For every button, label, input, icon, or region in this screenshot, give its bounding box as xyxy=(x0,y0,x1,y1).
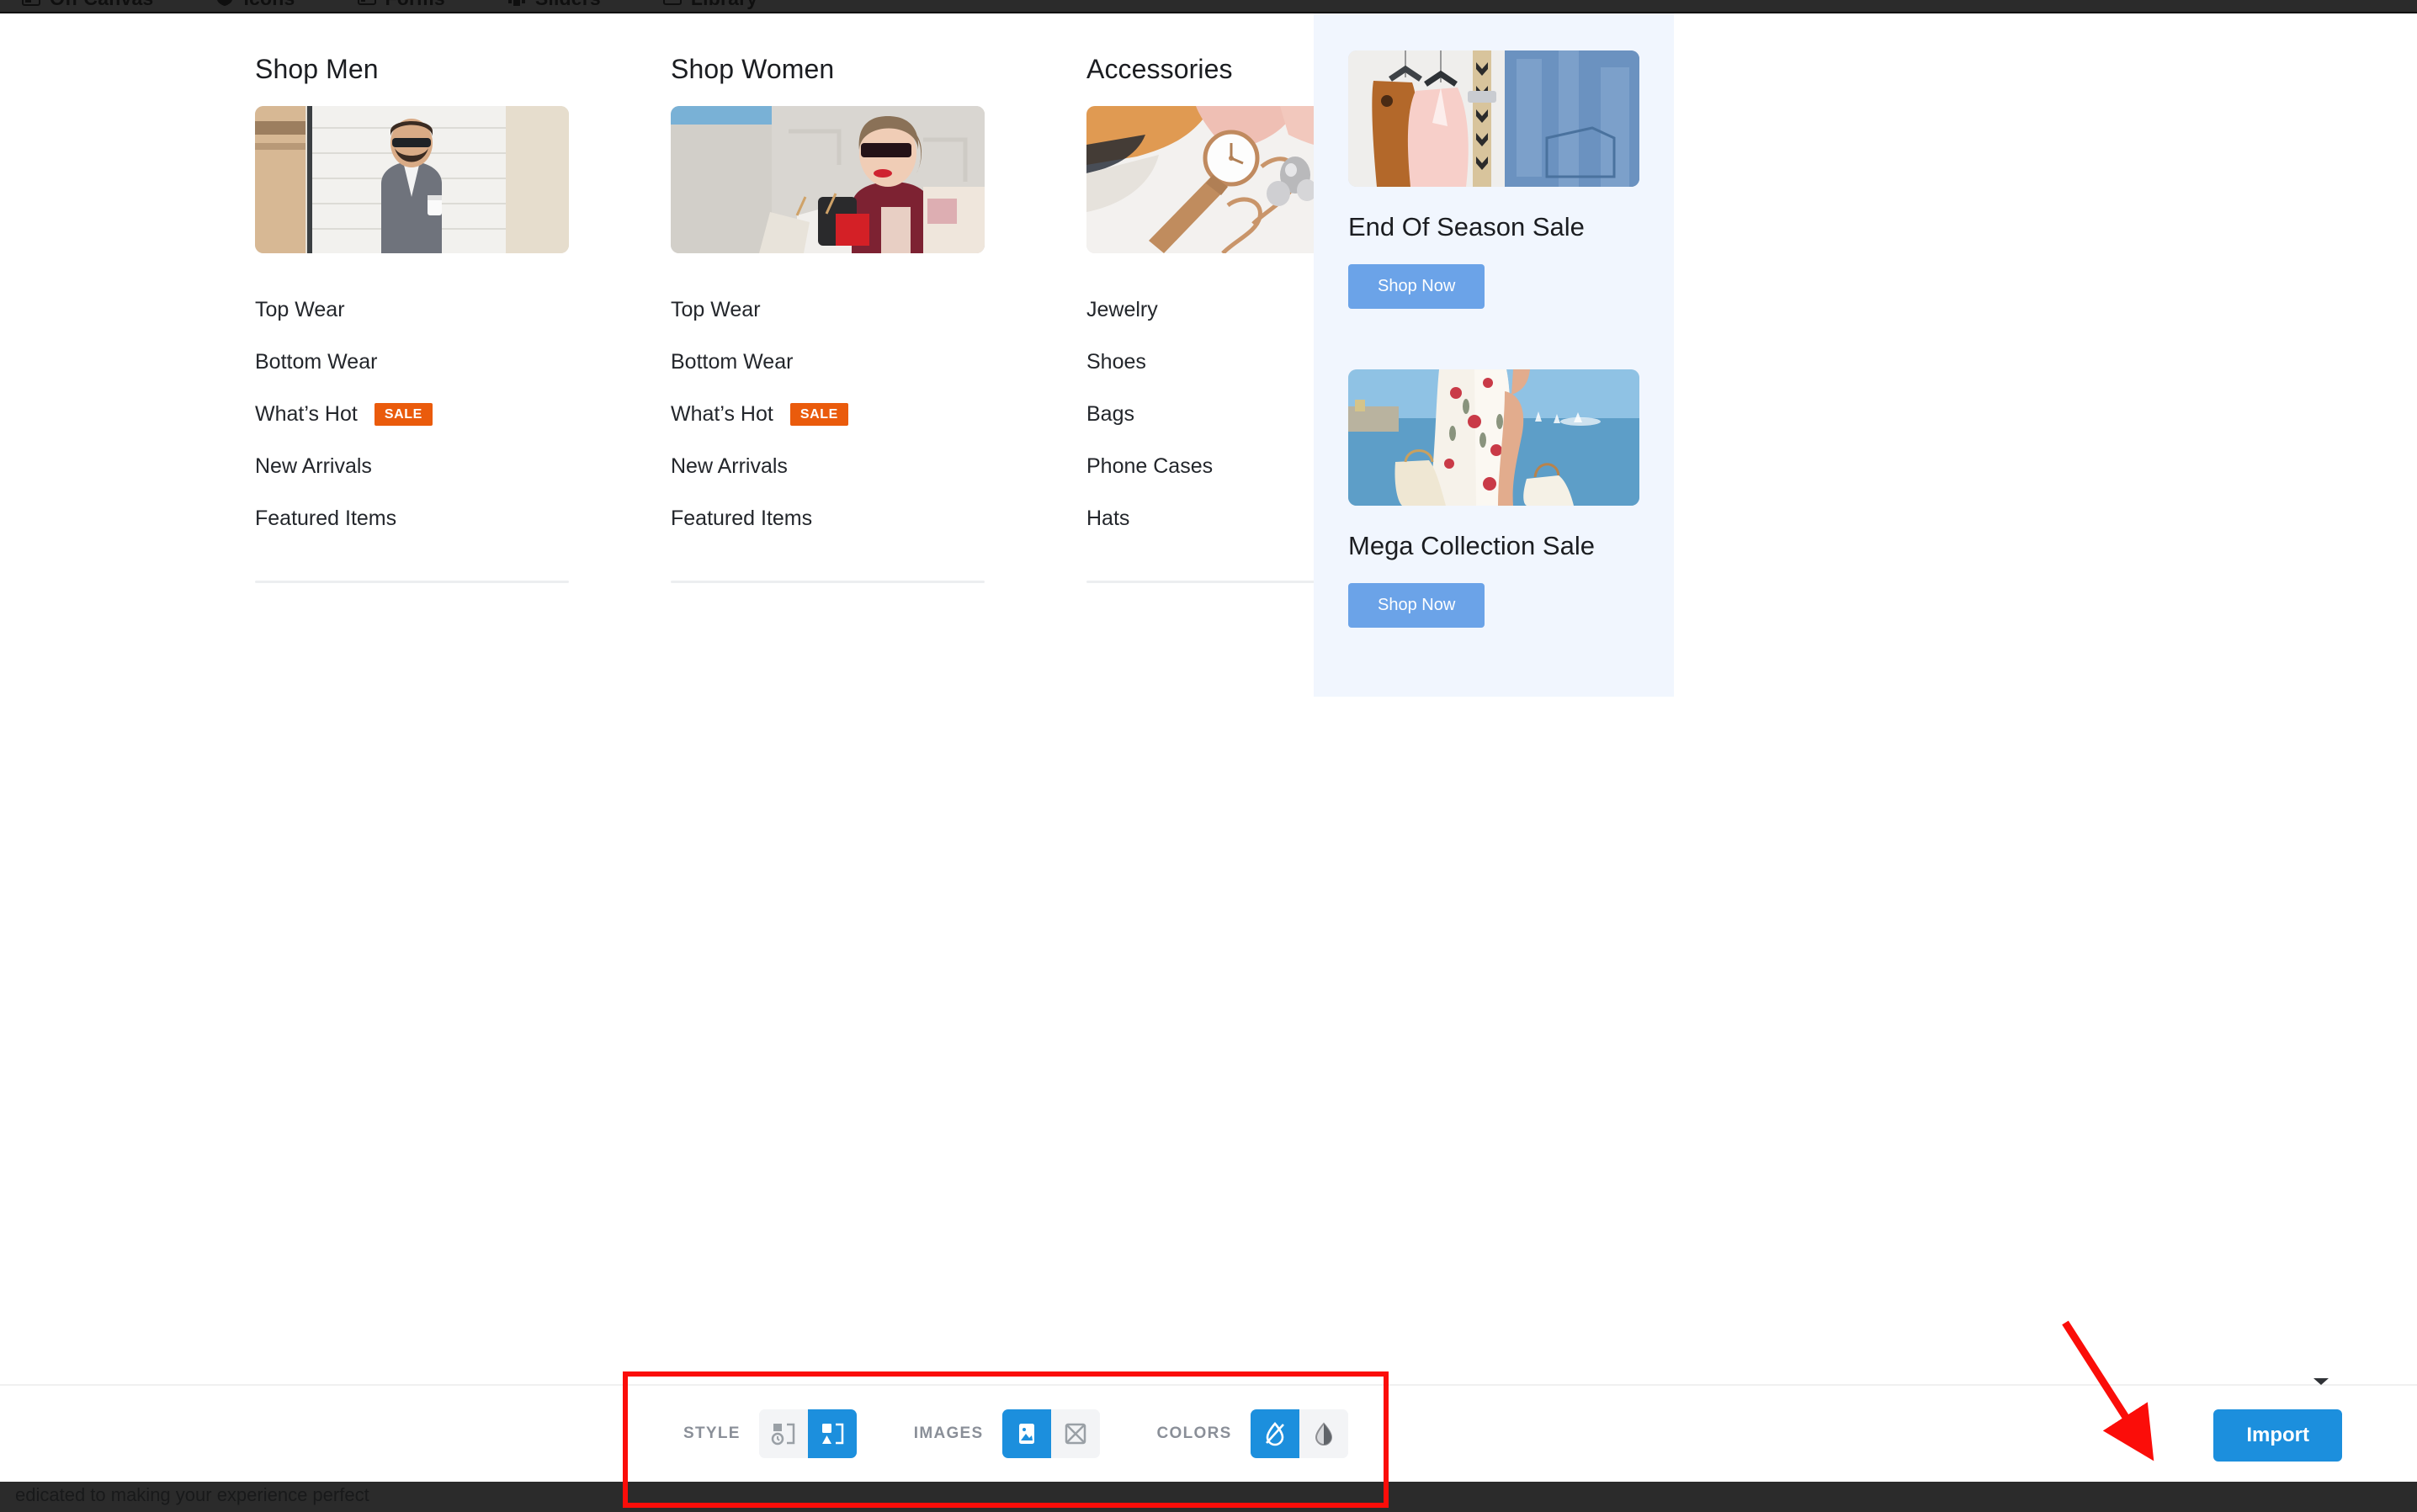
list-item[interactable]: Featured Items xyxy=(255,492,569,544)
promo-image-mega-collection[interactable] xyxy=(1348,369,1639,506)
layout-clock-icon xyxy=(771,1421,796,1446)
promo-title: End Of Season Sale xyxy=(1348,212,1585,241)
droplet-half-icon xyxy=(1311,1421,1336,1446)
link-label: New Arrivals xyxy=(255,454,372,478)
topbar-item-off-canvas[interactable]: Off Canvas xyxy=(22,0,153,10)
link-label: Bottom Wear xyxy=(671,349,794,374)
link-label: Top Wear xyxy=(255,297,345,321)
topbar-item-sliders[interactable]: Sliders xyxy=(507,0,601,10)
link-label: Top Wear xyxy=(671,297,761,321)
status-badge: SALE xyxy=(374,402,433,426)
shop-now-button[interactable]: Shop Now xyxy=(1348,264,1485,309)
list-item[interactable]: Top Wear xyxy=(255,284,569,336)
colors-segmented-control xyxy=(1250,1409,1348,1458)
link-label: Featured Items xyxy=(671,506,813,530)
toolbar-group-images: IMAGES xyxy=(914,1409,1100,1458)
category-thumbnail-shop-women[interactable] xyxy=(671,106,985,253)
link-list: Top Wear Bottom Wear What’s Hot SALE New… xyxy=(671,284,985,544)
list-item[interactable]: What’s Hot SALE xyxy=(255,388,569,440)
column-title: Shop Men xyxy=(255,54,379,84)
form-icon xyxy=(357,0,376,7)
column-title: Shop Women xyxy=(671,54,835,84)
topbar-label: Library xyxy=(691,0,757,10)
topbar-item-icons[interactable]: Icons xyxy=(215,0,295,10)
image-icon xyxy=(1014,1421,1039,1446)
app-window: Off Canvas Icons Forms Sliders Library xyxy=(0,0,2417,1512)
link-label: Bottom Wear xyxy=(255,349,378,374)
list-item[interactable]: Featured Items xyxy=(671,492,985,544)
layout-split-icon-button[interactable] xyxy=(807,1409,857,1458)
link-list: Top Wear Bottom Wear What’s Hot SALE New… xyxy=(255,284,569,544)
shop-now-button[interactable]: Shop Now xyxy=(1348,583,1485,628)
link-label: What’s Hot xyxy=(671,401,773,426)
promo-card-end-of-season: End Of Season Sale Shop Now xyxy=(1348,50,1639,309)
list-item[interactable]: Top Wear xyxy=(671,284,985,336)
slider-icon xyxy=(507,0,526,7)
top-toolbar: Off Canvas Icons Forms Sliders Library xyxy=(0,0,2417,13)
list-item[interactable]: New Arrivals xyxy=(671,440,985,492)
style-segmented-control xyxy=(758,1409,857,1458)
droplet-off-icon-button[interactable] xyxy=(1250,1409,1299,1458)
image-icon-button[interactable] xyxy=(1001,1409,1051,1458)
droplet-off-icon xyxy=(1262,1421,1288,1446)
image-placeholder-icon xyxy=(1063,1421,1088,1446)
mega-menu-columns: Shop Men Top Wear Bottom Wear What’s Hot… xyxy=(255,54,1400,583)
link-label: Hats xyxy=(1086,506,1130,530)
footer-strip: edicated to making your experience perfe… xyxy=(0,1482,2417,1512)
promo-card-mega-collection: Mega Collection Sale Shop Now xyxy=(1348,369,1639,628)
footer-text: edicated to making your experience perfe… xyxy=(15,1484,369,1505)
promo-sidebar: End Of Season Sale Shop Now Mega Collect… xyxy=(1314,13,1674,697)
library-icon xyxy=(662,0,682,7)
mega-column-shop-men: Shop Men Top Wear Bottom Wear What’s Hot… xyxy=(255,54,569,583)
offcanvas-icon xyxy=(22,0,40,7)
link-label: Phone Cases xyxy=(1086,454,1214,478)
group-label-colors: COLORS xyxy=(1156,1424,1232,1442)
group-label-style: STYLE xyxy=(683,1424,741,1442)
toolbar-group-colors: COLORS xyxy=(1157,1409,1348,1458)
link-label: What’s Hot xyxy=(255,401,358,426)
topbar-item-library[interactable]: Library xyxy=(662,0,757,10)
topbar-item-forms[interactable]: Forms xyxy=(357,0,445,10)
status-badge: SALE xyxy=(789,402,848,426)
group-label-images: IMAGES xyxy=(913,1424,984,1442)
list-item[interactable]: Bottom Wear xyxy=(671,336,985,388)
toolbar-groups: STYLE IMAGES COLORS xyxy=(683,1386,1348,1482)
divider xyxy=(255,581,569,583)
topbar-label: Icons xyxy=(243,0,295,10)
link-label: Jewelry xyxy=(1086,297,1158,321)
toolbar-group-style: STYLE xyxy=(683,1409,857,1458)
layout-clock-icon-button[interactable] xyxy=(758,1409,808,1458)
topbar-label: Sliders xyxy=(535,0,601,10)
chevron-down-icon xyxy=(2313,1378,2329,1385)
images-segmented-control xyxy=(1001,1409,1100,1458)
droplet-half-icon-button[interactable] xyxy=(1299,1409,1348,1458)
import-area: Import xyxy=(2213,1378,2342,1462)
image-placeholder-icon-button[interactable] xyxy=(1050,1409,1100,1458)
list-item[interactable]: What’s Hot SALE xyxy=(671,388,985,440)
link-label: Bags xyxy=(1086,401,1134,426)
topbar-label: Forms xyxy=(385,0,445,10)
layout-split-icon xyxy=(820,1421,845,1446)
link-label: Shoes xyxy=(1086,349,1146,374)
import-button[interactable]: Import xyxy=(2213,1409,2342,1462)
shield-icon xyxy=(215,0,234,7)
topbar-label: Off Canvas xyxy=(50,0,153,10)
mega-column-shop-women: Shop Women Top Wear Bottom Wear What’s H… xyxy=(671,54,985,583)
list-item[interactable]: New Arrivals xyxy=(255,440,569,492)
bottom-toolbar: STYLE IMAGES COLORS Import xyxy=(0,1378,2417,1482)
promo-image-end-of-season[interactable] xyxy=(1348,50,1639,187)
divider xyxy=(671,581,985,583)
list-item[interactable]: Bottom Wear xyxy=(255,336,569,388)
category-thumbnail-shop-men[interactable] xyxy=(255,106,569,253)
link-label: New Arrivals xyxy=(671,454,788,478)
promo-title: Mega Collection Sale xyxy=(1348,531,1595,560)
link-label: Featured Items xyxy=(255,506,397,530)
